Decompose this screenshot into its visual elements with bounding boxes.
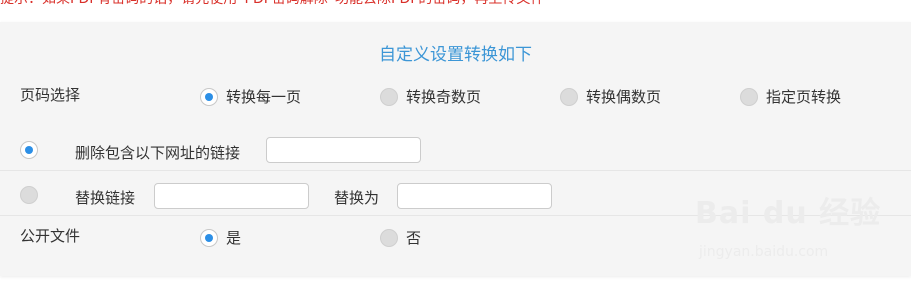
replace-links-from-input[interactable] xyxy=(154,183,309,209)
radio-label-public-yes: 是 xyxy=(226,229,242,247)
replace-links-label: 替换链接 xyxy=(75,189,136,207)
radio-option-even-pages[interactable]: 转换偶数页 xyxy=(560,86,661,107)
radio-label-even-pages: 转换偶数页 xyxy=(586,88,662,106)
radio-option-public-no[interactable]: 否 xyxy=(380,227,421,248)
radio-label-public-no: 否 xyxy=(406,229,422,247)
delete-links-label: 删除包含以下网址的链接 xyxy=(75,144,241,162)
panel-title: 自定义设置转换如下 xyxy=(379,45,532,65)
radio-label-odd-pages: 转换奇数页 xyxy=(406,88,482,106)
radio-option-every-page[interactable]: 转换每一页 xyxy=(200,86,301,107)
radio-public-yes[interactable] xyxy=(200,228,218,247)
radio-delete-links[interactable] xyxy=(20,141,38,159)
page-select-label: 页码选择 xyxy=(20,86,81,104)
radio-option-odd-pages[interactable]: 转换奇数页 xyxy=(380,86,481,107)
radio-replace-links[interactable] xyxy=(20,186,38,204)
settings-panel: 自定义设置转换如下 页码选择 转换每一页 转换奇数页 转换偶数页 指定页转换 删… xyxy=(0,22,911,276)
radio-odd-pages[interactable] xyxy=(380,87,398,106)
radio-label-every-page: 转换每一页 xyxy=(226,88,302,106)
radio-specified-pages[interactable] xyxy=(740,87,758,106)
radio-every-page[interactable] xyxy=(200,87,218,106)
radio-option-public-yes[interactable]: 是 xyxy=(200,227,241,248)
delete-links-url-input[interactable] xyxy=(266,137,421,163)
radio-label-specified-pages: 指定页转换 xyxy=(766,88,842,106)
radio-option-replace-links[interactable] xyxy=(20,186,38,204)
row-divider xyxy=(0,215,911,216)
replace-with-label: 替换为 xyxy=(334,189,380,207)
radio-public-no[interactable] xyxy=(380,228,398,247)
row-divider xyxy=(0,170,911,171)
warning-note: 提示：如果PDF有密码的话，请先使用“PDF密码解除”功能去除PDF的密码，再上… xyxy=(0,0,911,10)
public-file-label: 公开文件 xyxy=(20,227,81,245)
radio-option-delete-links[interactable] xyxy=(20,141,38,159)
radio-even-pages[interactable] xyxy=(560,87,578,106)
radio-option-specified-pages[interactable]: 指定页转换 xyxy=(740,86,841,107)
replace-links-to-input[interactable] xyxy=(397,183,552,209)
